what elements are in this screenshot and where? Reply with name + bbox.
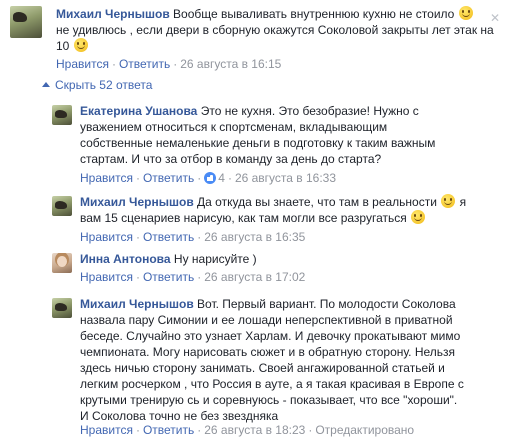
comment-text: Да откуда вы знаете, что там в реальност… [197, 195, 437, 209]
comment-author[interactable]: Михаил Чернышов [56, 7, 170, 21]
comment-timestamp[interactable]: 26 августа в 17:02 [204, 270, 305, 284]
comment-author[interactable]: Михаил Чернышов [80, 297, 194, 311]
comment-text: Вот. Первый вариант. По молодости Соколо… [80, 297, 464, 423]
avatar[interactable] [52, 298, 72, 318]
smile-emoji-icon [411, 210, 426, 224]
reply-comment: Екатерина Ушанова Это не кухня. Это безо… [52, 103, 502, 191]
smile-emoji-icon [458, 6, 473, 20]
hide-replies-toggle[interactable]: Скрыть 52 ответа [42, 78, 152, 92]
comment-timestamp[interactable]: 26 августа в 16:15 [180, 57, 281, 71]
like-button[interactable]: Нравится [80, 230, 133, 244]
reply-button[interactable]: Ответить [143, 230, 194, 244]
reply-comment: Михаил Чернышов Да откуда вы знаете, что… [52, 194, 502, 244]
comment-text: Вообще вываливать внутреннюю кухню не ст… [173, 7, 455, 21]
reply-button[interactable]: Ответить [143, 270, 194, 284]
reply-button[interactable]: Ответить [143, 171, 194, 185]
reply-button[interactable]: Ответить [143, 423, 194, 437]
avatar[interactable] [10, 6, 42, 38]
comment-author[interactable]: Инна Антонова [80, 252, 171, 266]
like-badge-icon [204, 172, 217, 184]
comment-author[interactable]: Михаил Чернышов [80, 195, 194, 209]
smile-emoji-icon [73, 38, 88, 52]
comment-timestamp[interactable]: 26 августа в 18:23 [204, 423, 305, 437]
comment-text-cont: не удивлюсь , если двери в сборную окажу… [56, 23, 494, 53]
close-icon[interactable]: ✕ [490, 12, 500, 24]
collapse-arrow-icon [42, 82, 50, 87]
like-button[interactable]: Нравится [80, 270, 133, 284]
smile-emoji-icon [441, 194, 456, 208]
like-button[interactable]: Нравится [80, 171, 133, 185]
comment-author[interactable]: Екатерина Ушанова [80, 104, 197, 118]
comment-timestamp[interactable]: 26 августа в 16:35 [204, 230, 305, 244]
comment-timestamp[interactable]: 26 августа в 16:33 [235, 171, 336, 185]
comment: Михаил Чернышов Вообще вываливать внутре… [10, 6, 510, 72]
like-button[interactable]: Нравится [56, 57, 109, 71]
reply-comment: Михаил Чернышов Вот. Первый вариант. По … [52, 296, 510, 444]
reply-button[interactable]: Ответить [119, 57, 170, 71]
avatar[interactable] [52, 196, 72, 216]
avatar[interactable] [52, 105, 72, 125]
like-button[interactable]: Нравится [80, 423, 133, 437]
reply-comment: Инна Антонова Ну нарисуйте ) Нравится · От… [52, 251, 502, 285]
comment-text: Ну нарисуйте ) [173, 252, 257, 266]
like-count[interactable]: 4 [218, 171, 225, 185]
edited-label[interactable]: Отредактировано [315, 423, 414, 437]
avatar[interactable] [52, 253, 72, 273]
